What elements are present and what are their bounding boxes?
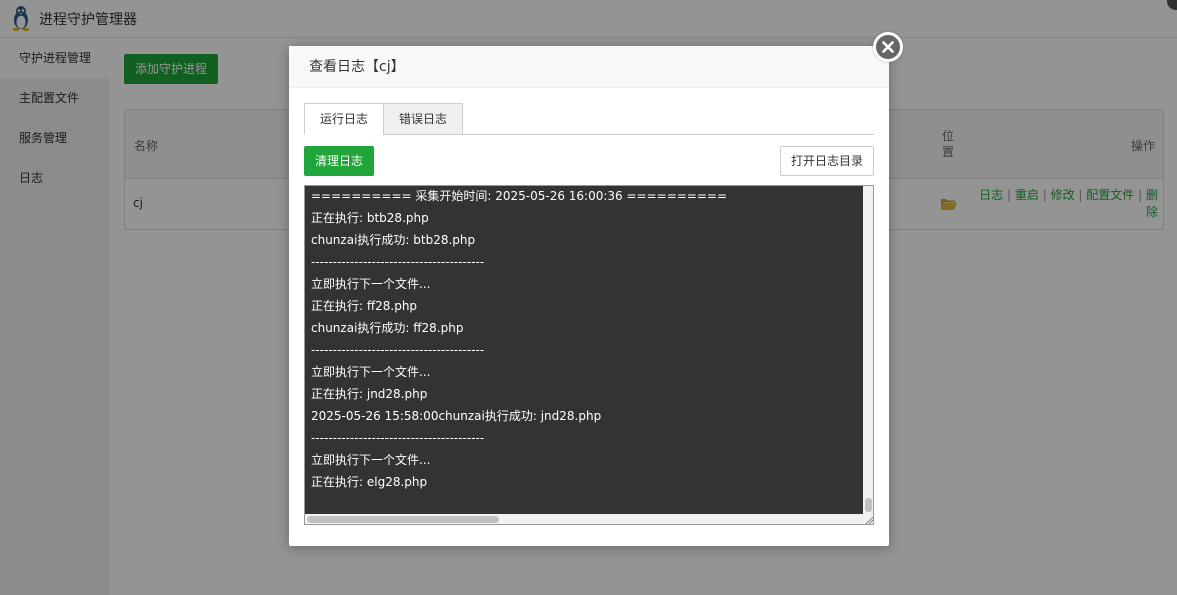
log-line: 正在执行: elg28.php (311, 475, 428, 489)
log-line: chunzai执行成功: btb28.php (311, 233, 476, 247)
log-line: 正在执行: ff28.php (311, 299, 418, 313)
log-modal: 查看日志【cj】 运行日志 错误日志 清理日志 打开日志目录 =========… (289, 32, 903, 546)
modal-title: 查看日志【cj】 (289, 46, 889, 88)
resize-handle-icon[interactable] (863, 514, 874, 525)
log-line: 正在执行: jnd28.php (311, 387, 428, 401)
log-line: 立即执行下一个文件... (311, 365, 431, 379)
log-line: ---------------------------------------- (311, 431, 485, 445)
log-lines: ========== 采集开始时间: 2025-05-26 16:00:36 =… (311, 186, 861, 494)
open-log-dir-button[interactable]: 打开日志目录 (780, 146, 874, 176)
log-line: 立即执行下一个文件... (311, 453, 431, 467)
log-line: ---------------------------------------- (311, 255, 485, 269)
vertical-scrollbar[interactable] (863, 186, 873, 514)
clear-log-button[interactable]: 清理日志 (304, 146, 374, 176)
tab-run-log[interactable]: 运行日志 (304, 103, 384, 135)
log-tabs: 运行日志 错误日志 (304, 103, 874, 135)
log-line: 2025-05-26 15:58:00chunzai执行成功: jnd28.ph… (311, 409, 602, 423)
log-line: chunzai执行成功: ff28.php (311, 321, 464, 335)
log-line: 正在执行: btb28.php (311, 211, 429, 225)
log-line: ---------------------------------------- (311, 343, 485, 357)
vertical-scroll-thumb[interactable] (865, 498, 872, 512)
horizontal-scrollbar[interactable] (305, 514, 863, 524)
close-icon[interactable] (873, 32, 903, 62)
horizontal-scroll-thumb[interactable] (307, 516, 499, 523)
log-line: ========== 采集开始时间: 2025-05-26 16:00:36 =… (311, 189, 728, 203)
log-line: 立即执行下一个文件... (311, 277, 431, 291)
tab-error-log[interactable]: 错误日志 (383, 103, 463, 135)
log-output[interactable]: ========== 采集开始时间: 2025-05-26 16:00:36 =… (304, 185, 874, 525)
